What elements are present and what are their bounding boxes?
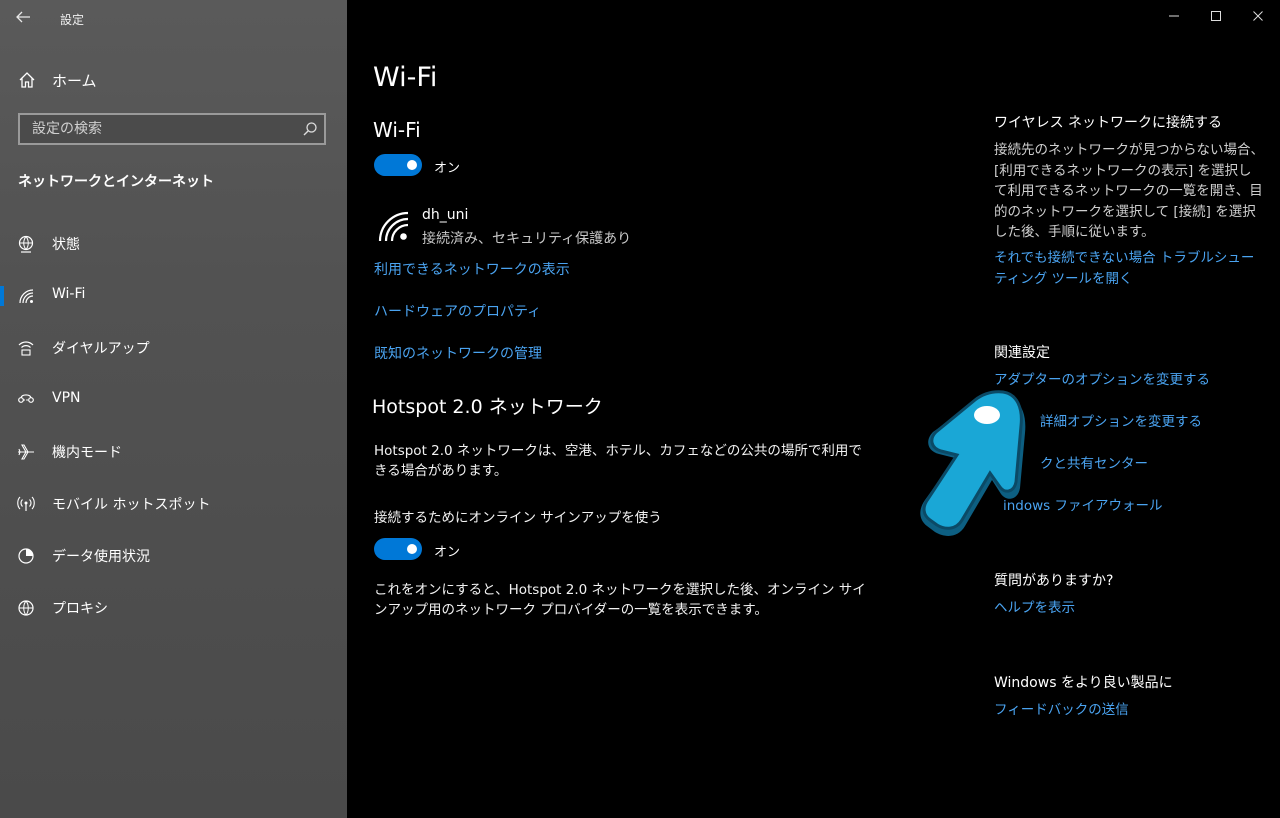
globe-icon	[18, 600, 34, 616]
sidebar-home-label: ホーム	[52, 72, 97, 90]
close-icon[interactable]	[1246, 4, 1270, 28]
sidebar-item-label: プロキシ	[52, 601, 108, 617]
wifi-toggle-label: オン	[434, 161, 461, 176]
troubleshoot-link[interactable]: それでも接続できない場合 トラブルシューティング ツールを開く	[994, 248, 1264, 290]
sidebar-item-vpn[interactable]: VPN	[0, 380, 347, 420]
signup-label: 接続するためにオンライン サインアップを使う	[374, 510, 662, 526]
network-name[interactable]: dh_uni	[422, 207, 468, 223]
hotspot-heading: Hotspot 2.0 ネットワーク	[372, 396, 603, 418]
hardware-properties-link[interactable]: ハードウェアのプロパティ	[374, 301, 541, 321]
connect-heading: ワイヤレス ネットワークに接続する	[994, 115, 1223, 131]
selection-indicator	[0, 286, 4, 306]
help-link[interactable]: ヘルプを表示	[994, 598, 1075, 619]
airplane-icon	[18, 444, 34, 460]
sidebar-item-label: Wi-Fi	[52, 286, 86, 302]
sidebar: 設定 ホーム ネットワークとインターネット 状態 Wi-Fi	[0, 0, 347, 818]
sidebar-item-label: ダイヤルアップ	[52, 341, 150, 357]
sidebar-item-data-usage[interactable]: データ使用状況	[0, 536, 347, 576]
sidebar-item-label: モバイル ホットスポット	[52, 497, 211, 513]
network-status: 接続済み、セキュリティ保護あり	[422, 231, 632, 247]
feedback-link[interactable]: フィードバックの送信	[994, 700, 1129, 721]
advanced-sharing-link[interactable]: 詳細オプションを変更する	[1040, 412, 1202, 433]
wifi-signal-icon[interactable]	[377, 210, 411, 244]
search-box[interactable]	[18, 113, 326, 145]
show-networks-link[interactable]: 利用できるネットワークの表示	[374, 259, 570, 279]
signup-toggle[interactable]	[374, 538, 422, 560]
vpn-icon	[18, 394, 34, 403]
hotspot-icon	[17, 496, 35, 511]
search-input[interactable]	[20, 115, 302, 143]
toggle-knob	[407, 544, 417, 554]
pointer-arrow-icon	[920, 390, 1026, 536]
data-usage-icon	[18, 548, 34, 564]
sidebar-item-label: 機内モード	[52, 445, 122, 461]
sidebar-item-label: VPN	[52, 390, 81, 406]
wifi-section-heading: Wi-Fi	[373, 118, 421, 142]
sidebar-item-proxy[interactable]: プロキシ	[0, 588, 347, 628]
maximize-icon[interactable]	[1204, 4, 1228, 28]
back-arrow-icon[interactable]	[14, 8, 32, 26]
feedback-heading: Windows をより良い製品に	[994, 675, 1173, 691]
minimize-icon[interactable]	[1162, 4, 1186, 28]
signup-toggle-label: オン	[434, 545, 461, 560]
signup-description: これをオンにすると、Hotspot 2.0 ネットワークを選択した後、オンライン…	[374, 582, 866, 618]
wifi-toggle[interactable]	[374, 154, 422, 176]
hotspot-description: Hotspot 2.0 ネットワークは、空港、ホテル、カフェなどの公共の場所で利…	[374, 443, 862, 479]
wifi-icon	[19, 289, 34, 304]
network-sharing-center-link[interactable]: クと共有センター	[1040, 454, 1148, 475]
search-icon[interactable]	[302, 121, 318, 137]
question-heading: 質問がありますか?	[994, 573, 1114, 589]
sidebar-home[interactable]: ホーム	[0, 64, 347, 96]
toggle-knob	[407, 160, 417, 170]
page-title: Wi-Fi	[373, 62, 438, 93]
sidebar-item-label: 状態	[52, 237, 80, 253]
sidebar-item-airplane[interactable]: 機内モード	[0, 432, 347, 472]
home-icon	[19, 72, 35, 88]
sidebar-section-heading: ネットワークとインターネット	[18, 174, 214, 190]
sidebar-item-label: データ使用状況	[52, 549, 150, 565]
app-title: 設定	[60, 13, 85, 27]
related-settings-heading: 関連設定	[994, 345, 1050, 361]
dialup-icon	[18, 341, 34, 356]
sidebar-item-hotspot[interactable]: モバイル ホットスポット	[0, 484, 347, 524]
connect-help-text: 接続先のネットワークが見つからない場合、[利用できるネットワークの表示] を選択…	[994, 142, 1264, 240]
globe-status-icon	[18, 235, 34, 253]
sidebar-item-dialup[interactable]: ダイヤルアップ	[0, 328, 347, 368]
sidebar-item-wifi[interactable]: Wi-Fi	[0, 276, 347, 316]
sidebar-item-status[interactable]: 状態	[0, 224, 347, 264]
manage-known-networks-link[interactable]: 既知のネットワークの管理	[374, 343, 542, 363]
